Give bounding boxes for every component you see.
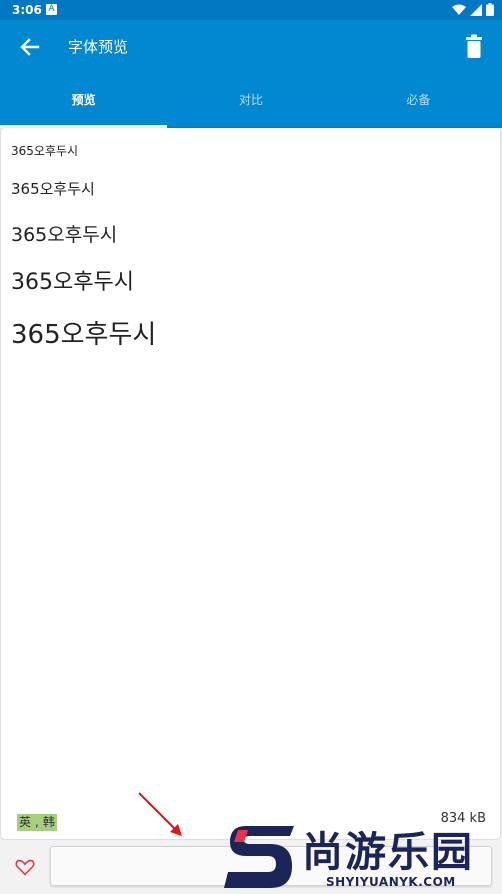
status-time: 3:06 [12, 3, 42, 17]
font-sample-3: 365오후두시 [11, 224, 118, 246]
language-tags: 英 , 韩 [17, 814, 57, 831]
font-sample-5: 365오후두시 [11, 320, 157, 350]
system-icons [452, 3, 494, 16]
font-sample-4: 365오후두시 [11, 270, 134, 295]
watermark-logo-icon [224, 826, 294, 888]
watermark-brand: 尚游乐园 [302, 828, 474, 876]
tab-compare[interactable]: 对比 [167, 74, 334, 128]
trash-icon[interactable] [462, 33, 486, 61]
battery-icon [486, 3, 494, 16]
notification-icon: A [46, 4, 57, 15]
font-preview-card: 365오후두시 365오후두시 365오후두시 365오후두시 365오후두시 … [1, 128, 500, 839]
language-separator: , [33, 814, 41, 831]
font-sample-2: 365오후두시 [11, 180, 95, 198]
language-tag-korean: 韩 [40, 814, 57, 831]
heart-icon[interactable] [14, 856, 36, 878]
tab-preview[interactable]: 预览 [0, 74, 168, 128]
wifi-icon [452, 4, 466, 15]
page-title: 字体预览 [68, 38, 129, 56]
language-tag-english: 英 [17, 814, 34, 831]
app-bar: 字体预览 [0, 20, 502, 74]
back-arrow-icon[interactable] [16, 33, 44, 61]
tab-essentials[interactable]: 必备 [335, 74, 502, 128]
status-bar: 3:06 A [0, 0, 502, 20]
watermark: 尚游乐园 SHYIYUANYK.COM [222, 820, 502, 894]
tab-bar: 预览 对比 必备 [0, 74, 502, 128]
signal-icon [470, 3, 482, 16]
font-sample-1: 365오후두시 [11, 144, 79, 158]
watermark-url: SHYIYUANYK.COM [326, 875, 456, 889]
